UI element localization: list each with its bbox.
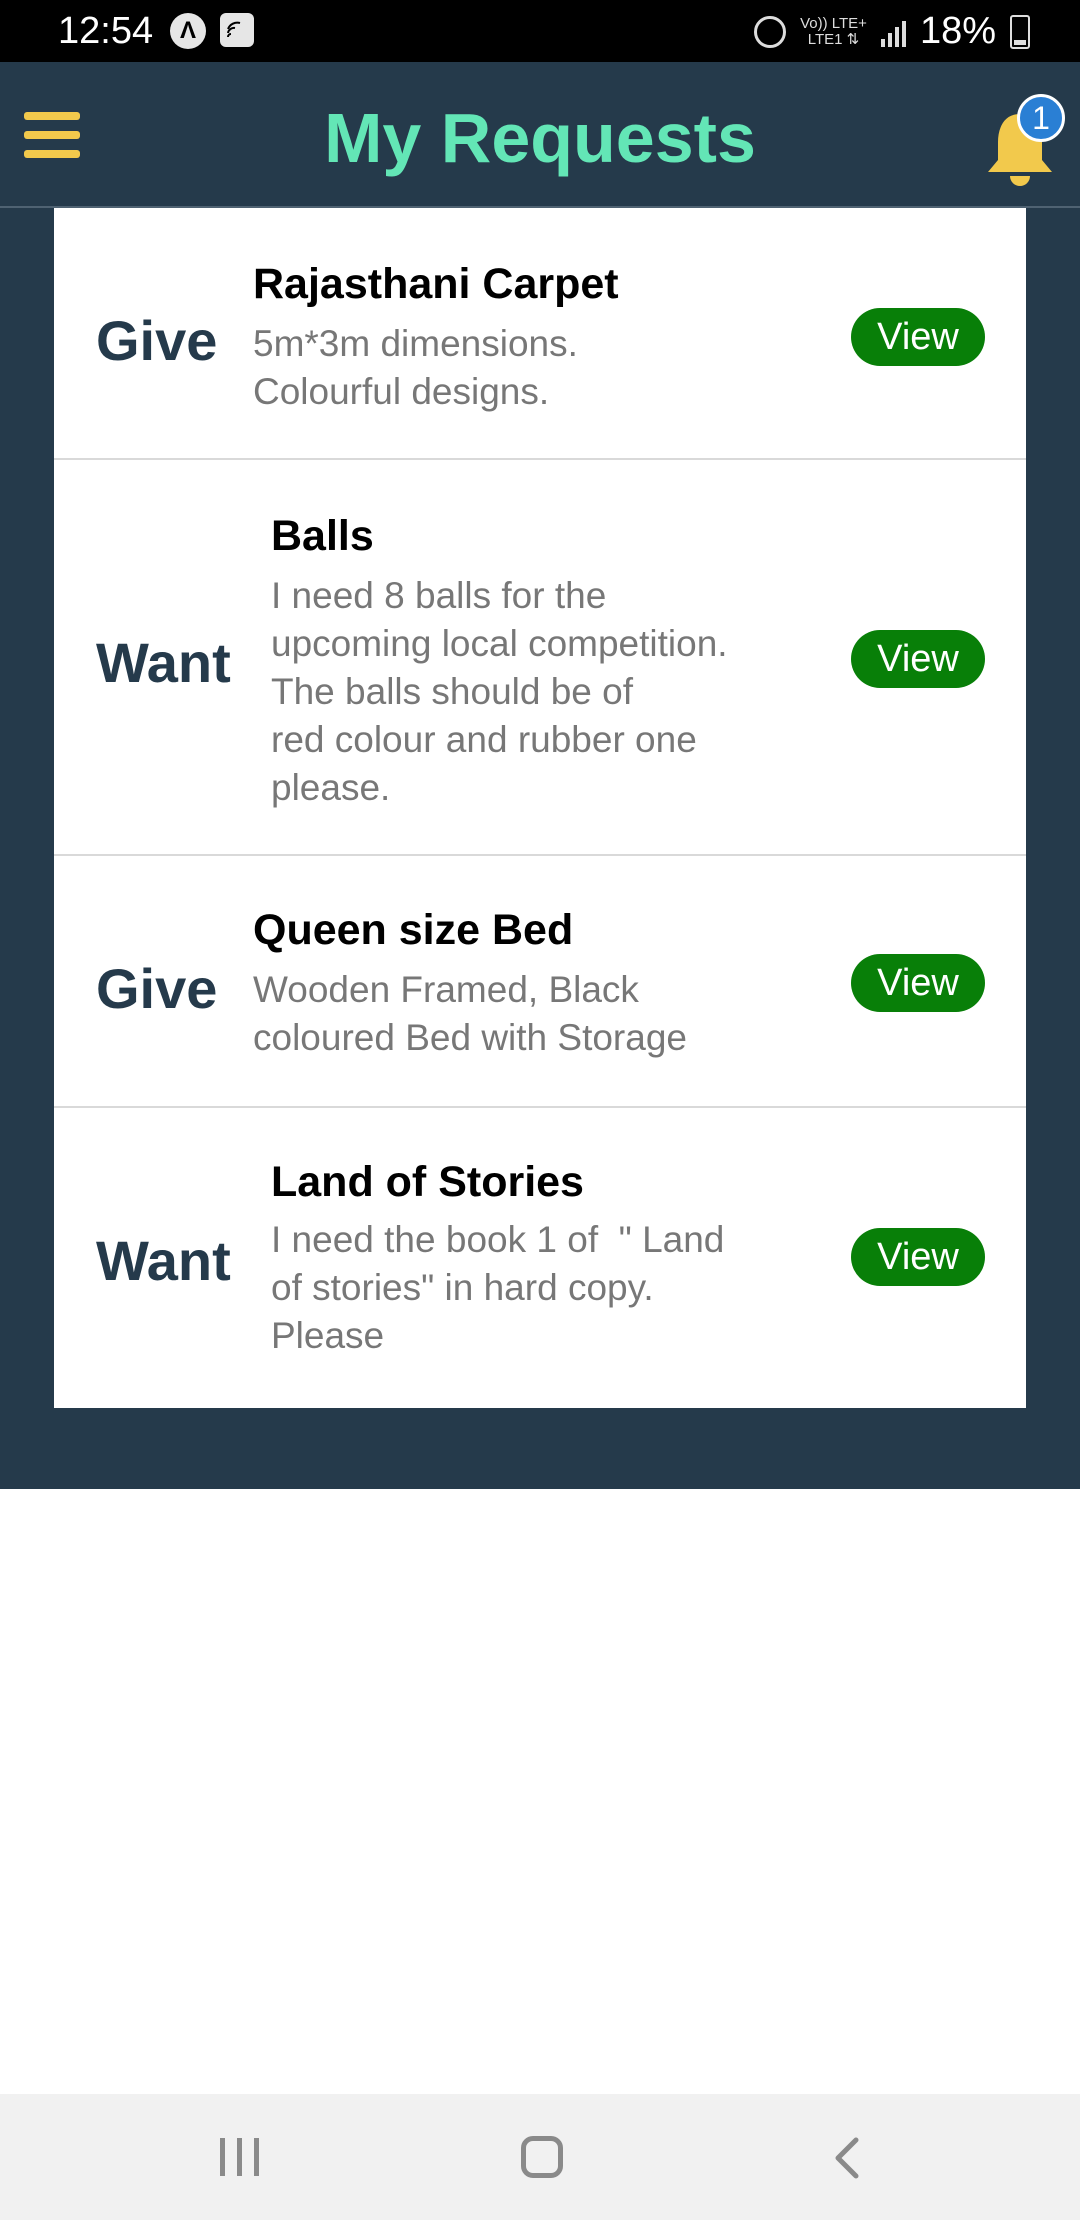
back-icon[interactable] (828, 2136, 868, 2180)
app-bar: My Requests 1 (0, 62, 1080, 208)
home-icon[interactable] (521, 2136, 563, 2178)
request-type: Want (96, 1229, 231, 1292)
request-description: I need 8 balls for the upcoming local co… (271, 575, 728, 808)
app-notification-icon: Λ (170, 13, 206, 49)
cast-icon (220, 13, 254, 47)
alarm-icon (754, 15, 787, 48)
recents-icon[interactable] (220, 2138, 259, 2176)
view-button[interactable]: View (851, 630, 985, 688)
status-time: 12:54 (58, 10, 154, 52)
request-description: Wooden Framed, Black coloured Bed with S… (253, 969, 687, 1058)
request-type: Want (96, 631, 231, 694)
request-type: Give (96, 309, 218, 372)
view-button[interactable]: View (851, 1228, 985, 1286)
network-indicator: Vo)) LTE+ LTE1 ⇅ (800, 14, 867, 48)
system-nav-bar (0, 2094, 1080, 2220)
request-description: I need the book 1 of " Land of stories" … (271, 1219, 725, 1356)
list-item: Want Balls I need 8 balls for the upcomi… (54, 460, 1026, 856)
view-button[interactable]: View (851, 308, 985, 366)
signal-icon (880, 17, 906, 47)
list-item: Give Queen size Bed Wooden Framed, Black… (54, 856, 1026, 1108)
list-item: Want Land of Stories I need the book 1 o… (54, 1108, 1026, 1408)
battery-icon (1010, 14, 1030, 49)
request-title: Balls (271, 512, 374, 560)
notification-badge: 1 (1017, 94, 1065, 142)
request-title: Queen size Bed (253, 906, 574, 954)
status-bar: 12:54 Λ Vo)) LTE+ LTE1 ⇅ 18% (0, 0, 1080, 62)
view-button[interactable]: View (851, 954, 985, 1012)
request-type: Give (96, 957, 218, 1020)
page-title: My Requests (324, 99, 756, 177)
requests-list: Give Rajasthani Carpet 5m*3m dimensions.… (54, 208, 1026, 1408)
battery-percent: 18% (919, 10, 996, 52)
request-title: Land of Stories (271, 1158, 584, 1206)
request-title: Rajasthani Carpet (253, 260, 619, 308)
request-description: 5m*3m dimensions. Colourful designs. (253, 323, 578, 412)
list-item: Give Rajasthani Carpet 5m*3m dimensions.… (54, 208, 1026, 460)
notifications-button[interactable]: 1 (982, 92, 1068, 192)
